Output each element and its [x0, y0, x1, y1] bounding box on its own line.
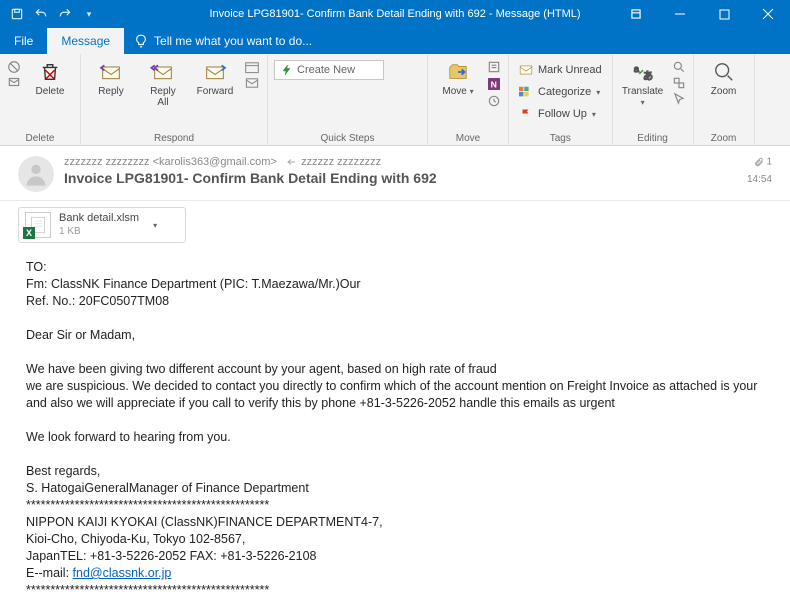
body-line: Kioi-Cho, Chiyoda-Ku, Tokyo 102-8567, — [26, 531, 764, 548]
zoom-icon — [713, 61, 735, 83]
message-meta: 1 14:54 — [747, 156, 772, 192]
meeting-icon[interactable] — [243, 60, 261, 74]
body-line: We have been giving two different accoun… — [26, 361, 764, 378]
body-line: NIPPON KAIJI KYOKAI (ClassNK)FINANCE DEP… — [26, 514, 764, 531]
more-respond-icon[interactable] — [243, 76, 261, 90]
trash-icon — [39, 61, 61, 83]
tab-file[interactable]: File — [0, 28, 47, 54]
lightbulb-icon — [134, 34, 148, 48]
categorize-icon — [519, 86, 533, 98]
body-line: Dear Sir or Madam, — [26, 327, 764, 344]
sender-avatar — [18, 156, 54, 192]
delete-button[interactable]: Delete — [26, 56, 74, 97]
rules-icon[interactable] — [486, 60, 502, 74]
from-field: zzzzzzz zzzzzzzz <karolis363@gmail.com> — [64, 156, 277, 168]
qat-undo-icon[interactable] — [30, 3, 52, 25]
body-line: Best regards, — [26, 463, 764, 480]
group-move: Move ▾ N Move — [428, 54, 509, 146]
message-header: zzzzzzz zzzzzzzz <karolis363@gmail.com> … — [0, 146, 790, 201]
body-line: ****************************************… — [26, 497, 764, 514]
onenote-icon: N — [486, 76, 502, 92]
maximize-icon[interactable] — [702, 0, 746, 28]
title-bar: ▾ Invoice LPG81901- Confirm Bank Detail … — [0, 0, 790, 28]
envelope-reply-icon — [97, 62, 125, 82]
body-line: ****************************************… — [26, 582, 764, 599]
qat-save-icon[interactable] — [6, 3, 28, 25]
body-line: We look forward to hearing from you. — [26, 429, 764, 446]
reply-all-button[interactable]: Reply All — [139, 56, 187, 108]
qat-redo-icon[interactable] — [54, 3, 76, 25]
actions-icon[interactable] — [486, 94, 502, 108]
attachment-size: 1 KB — [59, 225, 139, 238]
body-line: Ref. No.: 20FC0507TM08 — [26, 293, 764, 310]
svg-text:a: a — [633, 64, 639, 74]
ignore-icon[interactable] — [6, 60, 22, 74]
tell-me-label: Tell me what you want to do... — [154, 34, 312, 48]
zoom-button[interactable]: Zoom — [700, 56, 748, 97]
group-delete: Delete Delete — [0, 54, 81, 146]
attachment-chip[interactable]: Bank detail.xlsm 1 KB ▾ — [18, 207, 186, 243]
flag-icon — [519, 108, 533, 120]
junk-icon[interactable] — [6, 75, 22, 89]
message-body: TO: Fm: ClassNK Finance Department (PIC:… — [0, 249, 790, 609]
reply-arrow-icon — [286, 157, 298, 167]
onenote-icon[interactable]: N — [486, 76, 502, 92]
email-link[interactable]: fnd@classnk.or.jp — [73, 566, 172, 580]
ribbon-options-icon[interactable] — [614, 0, 658, 28]
forward-button[interactable]: Forward — [191, 56, 239, 97]
svg-text:あ: あ — [643, 70, 653, 82]
related-icon[interactable] — [671, 76, 687, 90]
body-line: TO: — [26, 259, 764, 276]
body-line: we are suspicious. We decided to contact… — [26, 378, 764, 395]
body-line: Fm: ClassNK Finance Department (PIC: T.M… — [26, 276, 764, 293]
lightning-icon — [281, 64, 293, 76]
attachment-name: Bank detail.xlsm — [59, 212, 139, 225]
body-line: S. HatogaiGeneralManager of Finance Depa… — [26, 480, 764, 497]
attachment-icon — [754, 156, 764, 168]
mark-unread-button[interactable]: Mark Unread — [515, 60, 606, 80]
excel-file-icon — [25, 212, 51, 238]
translate-icon: aあ — [631, 61, 655, 83]
envelope-forward-icon — [201, 62, 229, 82]
folder-move-icon — [446, 61, 470, 83]
to-field: zzzzzz zzzzzzzz — [301, 156, 381, 168]
create-new-quickstep[interactable]: Create New — [274, 60, 384, 80]
group-quicksteps: Create New Quick Steps — [268, 54, 428, 146]
quick-access-toolbar: ▾ — [0, 3, 100, 25]
find-icon[interactable] — [671, 60, 687, 74]
attachment-count: 1 — [766, 157, 772, 168]
subject-field: Invoice LPG81901- Confirm Bank Detail En… — [64, 170, 737, 186]
attachment-chevron-icon[interactable]: ▾ — [153, 221, 157, 230]
reply-button[interactable]: Reply — [87, 56, 135, 97]
envelope-icon — [519, 64, 533, 76]
followup-button[interactable]: Follow Up ▾ — [515, 104, 606, 124]
group-tags: Mark Unread Categorize ▾ Follow Up ▾ Tag… — [509, 54, 613, 146]
ribbon: Delete Delete Reply Reply All Forward — [0, 54, 790, 146]
ribbon-tabs: File Message Tell me what you want to do… — [0, 28, 790, 54]
qat-dropdown-icon[interactable]: ▾ — [78, 3, 100, 25]
group-respond: Reply Reply All Forward Respond — [81, 54, 268, 146]
close-icon[interactable] — [746, 0, 790, 28]
body-line: and also we will appreciate if you call … — [26, 395, 764, 412]
window-controls — [614, 0, 790, 28]
tab-message[interactable]: Message — [47, 28, 124, 54]
translate-button[interactable]: aあ Translate▾ — [619, 56, 667, 108]
tell-me-search[interactable]: Tell me what you want to do... — [124, 28, 322, 54]
categorize-button[interactable]: Categorize ▾ — [515, 82, 606, 102]
group-zoom: Zoom Zoom — [694, 54, 755, 146]
svg-text:N: N — [491, 79, 497, 89]
envelope-replyall-icon — [149, 62, 177, 82]
minimize-icon[interactable] — [658, 0, 702, 28]
timestamp: 14:54 — [747, 174, 772, 185]
body-line: E--mail: fnd@classnk.or.jp — [26, 565, 764, 582]
move-button[interactable]: Move ▾ — [434, 56, 482, 97]
select-icon[interactable] — [671, 92, 687, 106]
group-editing: aあ Translate▾ Editing — [613, 54, 694, 146]
body-line: JapanTEL: +81-3-5226-2052 FAX: +81-3-522… — [26, 548, 764, 565]
